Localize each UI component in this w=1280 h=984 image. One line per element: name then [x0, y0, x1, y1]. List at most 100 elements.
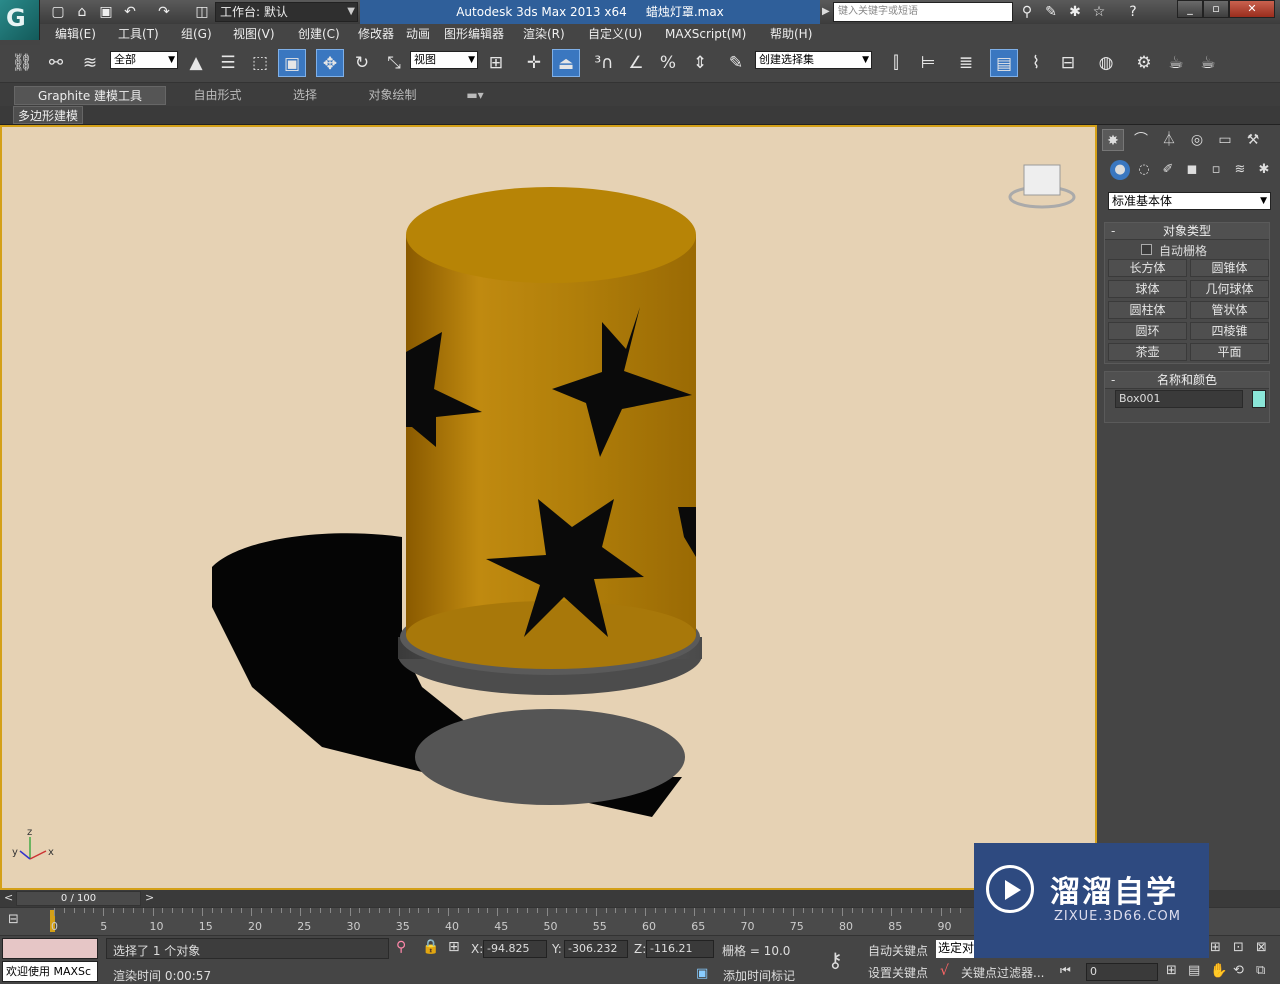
tab-freeform[interactable]: 自由形式 [180, 86, 255, 105]
reference-coord-dropdown[interactable]: 视图 ▼ [410, 51, 478, 69]
box-button[interactable]: 长方体 [1108, 259, 1187, 277]
search-input[interactable]: 键入关键字或短语 [833, 2, 1013, 22]
open-file-icon[interactable]: ⌂ [72, 2, 92, 22]
maxscript-listener[interactable] [2, 938, 98, 959]
prev-frame-icon[interactable]: < [4, 891, 13, 904]
absolute-mode-icon[interactable]: ⊞ [448, 939, 460, 955]
menu-tools[interactable]: 工具(T) [118, 24, 159, 45]
key-filters-button[interactable]: 关键点过滤器... [961, 964, 1044, 981]
autogrid-checkbox[interactable] [1141, 244, 1152, 255]
curve-editor-icon[interactable]: ⌇ [1022, 49, 1050, 77]
menu-animation[interactable]: 动画 [406, 24, 430, 45]
z-coordinate-input[interactable]: -116.21 [646, 940, 714, 958]
geosphere-button[interactable]: 几何球体 [1190, 280, 1269, 298]
field-of-view-icon[interactable]: ▤ [1188, 963, 1200, 978]
keyboard-shortcut-override-icon[interactable]: ⏏ [552, 49, 580, 77]
pyramid-button[interactable]: 四棱锥 [1190, 322, 1269, 340]
name-color-header[interactable]: - 名称和颜色 [1105, 372, 1269, 389]
render-setup-icon[interactable]: ⚙ [1130, 49, 1158, 77]
edit-named-selection-icon[interactable]: ✎ [722, 49, 750, 77]
expand-arrow-icon[interactable]: ▶ [822, 6, 830, 17]
binoculars-icon[interactable]: ⚲ [1016, 2, 1038, 22]
zoom-extents-icon[interactable]: ⊞ [1210, 940, 1221, 955]
close-button[interactable]: ✕ [1229, 0, 1275, 18]
pan-hand-icon[interactable]: ✋ [1210, 963, 1227, 979]
lock-selection-icon[interactable]: 🔒 [422, 939, 439, 955]
select-move-icon[interactable]: ✥ [316, 49, 344, 77]
hierarchy-tab-icon[interactable]: ⏃ [1158, 129, 1180, 151]
torus-button[interactable]: 圆环 [1108, 322, 1187, 340]
space-warps-icon[interactable]: ≋ [1230, 160, 1250, 180]
geometry-icon[interactable]: ● [1110, 160, 1130, 180]
maximize-button[interactable]: ▫ [1203, 0, 1229, 18]
material-editor-icon[interactable]: ◍ [1092, 49, 1120, 77]
menu-customize[interactable]: 自定义(U) [588, 24, 642, 45]
menu-create[interactable]: 创建(C) [298, 24, 340, 45]
workspace-dropdown[interactable]: 工作台: 默认 ▼ [215, 2, 358, 22]
motion-tab-icon[interactable]: ◎ [1186, 129, 1208, 151]
mirror-icon[interactable]: ⫿ [882, 49, 910, 77]
help-icon[interactable]: ? [1122, 2, 1144, 22]
pivot-center-icon[interactable]: ⊞ [482, 49, 510, 77]
selection-filter-dropdown[interactable]: 全部 ▼ [110, 51, 178, 69]
minimize-button[interactable]: _ [1177, 0, 1203, 18]
display-tab-icon[interactable]: ▭ [1214, 129, 1236, 151]
x-coordinate-input[interactable]: -94.825 [483, 940, 547, 958]
next-frame-icon[interactable]: > [145, 891, 154, 904]
cameras-icon[interactable]: ◼ [1182, 160, 1202, 180]
systems-icon[interactable]: ✱ [1254, 160, 1274, 180]
utilities-tab-icon[interactable]: ⚒ [1242, 129, 1264, 151]
orbit-icon[interactable]: ⟲ [1233, 963, 1244, 978]
shapes-icon[interactable]: ◌ [1134, 160, 1154, 180]
selected-dropdown[interactable]: 选定对 [936, 940, 976, 958]
cone-button[interactable]: 圆锥体 [1190, 259, 1269, 277]
polygon-modeling-panel[interactable]: 多边形建模 [13, 106, 84, 124]
plane-button[interactable]: 平面 [1190, 343, 1269, 361]
tab-object-paint[interactable]: 对象绘制 [355, 86, 430, 105]
tab-selection[interactable]: 选择 [270, 86, 340, 105]
geometry-category-dropdown[interactable]: 标准基本体 ▼ [1108, 192, 1271, 210]
layer-manager-icon[interactable]: ≣ [952, 49, 980, 77]
menu-view[interactable]: 视图(V) [233, 24, 275, 45]
menu-maxscript[interactable]: MAXScript(M) [665, 24, 746, 45]
undo-icon[interactable]: ↶ [120, 2, 140, 22]
menu-rendering[interactable]: 渲染(R) [523, 24, 565, 45]
render-frame-icon[interactable]: ☕ [1162, 49, 1190, 77]
zoom-extents-all-icon[interactable]: ⊡ [1233, 940, 1244, 955]
object-type-header[interactable]: - 对象类型 [1105, 223, 1269, 240]
save-file-icon[interactable]: ▣ [96, 2, 116, 22]
menu-graph-editors[interactable]: 图形编辑器 [444, 24, 504, 45]
maximize-viewport-icon[interactable]: ⊠ [1256, 940, 1267, 955]
manipulate-icon[interactable]: ✛ [520, 49, 548, 77]
maximize-toggle-icon[interactable]: ⧉ [1256, 963, 1265, 978]
select-object-icon[interactable]: ▲ [182, 49, 210, 77]
lights-icon[interactable]: ✐ [1158, 160, 1178, 180]
time-slider-thumb[interactable]: 0 / 100 [16, 891, 141, 906]
window-crossing-icon[interactable]: ▣ [278, 49, 306, 77]
new-file-icon[interactable]: ▢ [48, 2, 68, 22]
redo-icon[interactable]: ↷ [154, 2, 174, 22]
project-folder-icon[interactable]: ◫ [192, 2, 212, 22]
create-tab-icon[interactable]: ✸ [1102, 129, 1124, 151]
tube-button[interactable]: 管状体 [1190, 301, 1269, 319]
tab-graphite-modeling[interactable]: Graphite 建模工具 [14, 86, 166, 105]
menu-edit[interactable]: 编辑(E) [55, 24, 96, 45]
link-icon[interactable]: ⛓ [8, 49, 36, 77]
spinner-snap-icon[interactable]: ⇕ [686, 49, 714, 77]
set-key-icon[interactable]: ⚷ [828, 948, 843, 972]
subscription-icon[interactable]: ✎ [1040, 2, 1062, 22]
object-name-input[interactable]: Box001 [1115, 390, 1243, 408]
align-icon[interactable]: ⊨ [914, 49, 942, 77]
percent-snap-icon[interactable]: % [654, 49, 682, 77]
angle-snap-icon[interactable]: ∠ [622, 49, 650, 77]
unlink-icon[interactable]: ⚯ [42, 49, 70, 77]
auto-key-button[interactable]: 自动关键点 [868, 942, 928, 959]
object-color-swatch[interactable] [1252, 390, 1266, 408]
go-to-start-icon[interactable]: ⏮ [1060, 963, 1071, 978]
isolate-icon[interactable]: ⚲ [396, 939, 406, 955]
maxscript-mini-listener[interactable]: 欢迎使用 MAXSc [2, 961, 98, 982]
favorites-star-icon[interactable]: ☆ [1088, 2, 1110, 22]
helpers-icon[interactable]: ▫ [1206, 160, 1226, 180]
current-frame-input[interactable]: 0 [1086, 963, 1158, 981]
teapot-button[interactable]: 茶壶 [1108, 343, 1187, 361]
